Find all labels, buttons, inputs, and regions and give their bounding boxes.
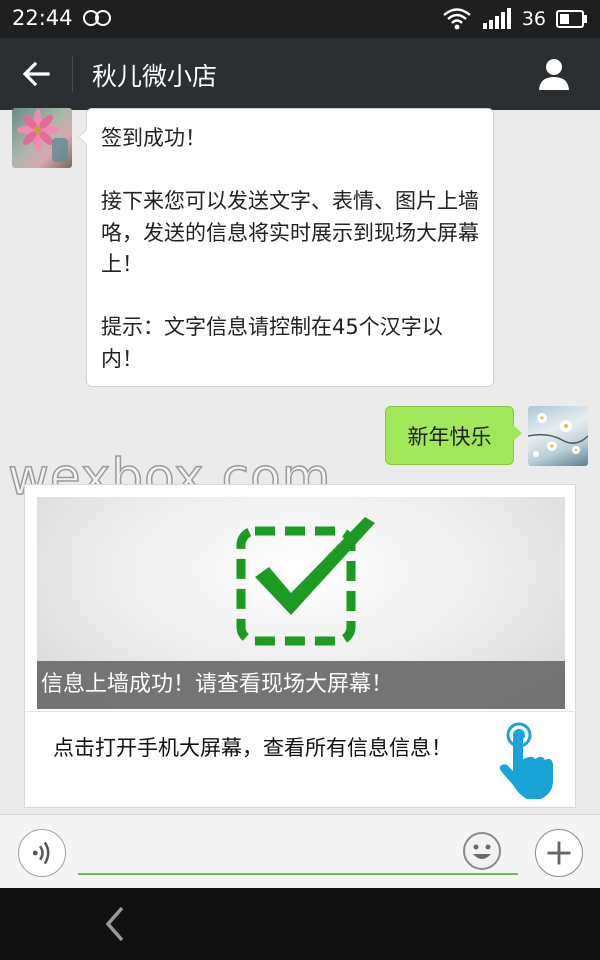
voice-icon[interactable] — [18, 829, 66, 877]
status-time: 22:44 — [12, 6, 73, 30]
wifi-icon — [443, 8, 471, 30]
message-line: 接下来您可以发送文字、表情、图片上墙咯，发送的信息将实时展示到现场大屏幕上！ — [101, 189, 479, 276]
flower-image — [17, 109, 68, 162]
card-divider — [25, 711, 577, 712]
incoming-message-bubble: 签到成功！ 接下来您可以发送文字、表情、图片上墙咯，发送的信息将实时展示到现场大… — [78, 108, 494, 387]
header-divider — [72, 56, 73, 92]
chevron-left-icon[interactable] — [100, 904, 132, 944]
blossom-image — [528, 413, 588, 457]
checkbox-check-icon — [236, 517, 375, 646]
news-card[interactable]: 信息上墙成功！请查看现场大屏幕！ 点击打开手机大屏幕，查看所有信息信息！ — [24, 484, 577, 808]
message-line: 提示：文字信息请控制在45个汉字以内！ — [101, 315, 443, 371]
card-link-text[interactable]: 点击打开手机大屏幕，查看所有信息信息！ — [53, 733, 473, 763]
infinity-icon — [83, 10, 111, 26]
person-icon[interactable] — [536, 56, 572, 92]
message-line: 签到成功！ — [101, 126, 206, 150]
chat-title: 秋儿微小店 — [92, 62, 218, 91]
status-bar: 22:44 36 — [0, 0, 600, 38]
back-arrow-icon[interactable] — [18, 56, 54, 92]
user-avatar[interactable] — [528, 406, 588, 466]
battery-icon — [556, 10, 587, 28]
outgoing-message-text: 新年快乐 — [407, 424, 492, 449]
system-nav-bar — [0, 888, 600, 960]
card-caption: 信息上墙成功！请查看现场大屏幕！ — [37, 661, 565, 709]
shop-avatar[interactable] — [12, 108, 72, 168]
outgoing-message-bubble: 新年快乐 — [385, 406, 522, 465]
signal-level: 36 — [521, 8, 546, 30]
status-indicators: 36 — [442, 7, 588, 31]
message-input[interactable] — [78, 829, 518, 875]
smiley-icon[interactable] — [462, 831, 502, 871]
tap-hand-icon — [499, 722, 553, 799]
card-cover-image[interactable]: 信息上墙成功！请查看现场大屏幕！ — [37, 497, 565, 709]
chat-header: 秋儿微小店 — [0, 38, 600, 110]
plus-icon[interactable] — [535, 829, 583, 877]
signal-bars-icon — [482, 8, 511, 29]
message-input-bar — [0, 814, 600, 888]
